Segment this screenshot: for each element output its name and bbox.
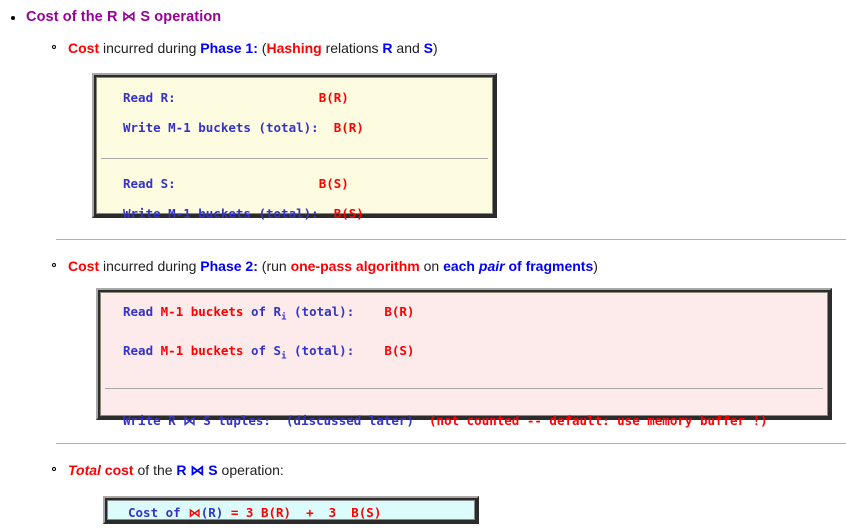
phase2-cost-label: Cost xyxy=(68,258,100,274)
section-total-lead: Total cost of the R ⋈ S operation: xyxy=(46,461,284,479)
code-seg-pad xyxy=(319,206,334,221)
code-seg-red: M-1 buckets xyxy=(160,304,244,319)
section-phase1-lead: Cost incurred during Phase 1: (Hashing r… xyxy=(46,39,438,57)
phase2-onepass-label: one-pass algorithm xyxy=(290,258,420,274)
code-seg-pad xyxy=(176,176,319,191)
code-seg-blue: Read xyxy=(123,304,161,319)
total-lead-t5: operation: xyxy=(217,462,284,478)
code-seg-pad xyxy=(319,120,334,135)
phase1-cost-label: Cost xyxy=(68,40,100,56)
join-symbol-icon: ⋈ xyxy=(188,505,201,520)
phase2-codebox-inner: Read M-1 buckets of Ri (total): B(R) Rea… xyxy=(100,292,828,428)
section-phase2-lead: Cost incurred during Phase 2: (run one-p… xyxy=(46,257,598,275)
section-divider-2 xyxy=(56,443,846,444)
code-seg-blue: of R xyxy=(243,304,282,319)
phase2-codebox-wrap: Read M-1 buckets of Ri (total): B(R) Rea… xyxy=(96,288,832,428)
code-seg-red: B(R) xyxy=(318,90,349,105)
phase1-lead-t8: and xyxy=(392,40,424,56)
page-title-prefix: Cost of the R xyxy=(26,9,122,25)
total-lead-text: Total cost of the R ⋈ S operation: xyxy=(68,462,284,478)
total-lead-t3: of the xyxy=(133,462,177,478)
code-seg-red: (not counted -- default: use memory buff… xyxy=(429,413,768,428)
code-line: Read S: B(S) xyxy=(97,176,492,191)
code-line: Write M-1 buckets (total): B(R) xyxy=(97,120,492,135)
code-line: Read M-1 buckets of Ri (total): B(R) xyxy=(101,304,827,326)
code-seg-blue: Cost of xyxy=(128,505,189,520)
phase2-lead-t2: incurred during xyxy=(99,258,201,274)
total-label: Total xyxy=(68,462,101,478)
phase1-codebox-wrap: Read R: B(R) Write M-1 buckets (total): … xyxy=(92,73,497,221)
code-seg-red: B(R) + 3 B(S) xyxy=(260,505,382,520)
code-seg-red: B(S) xyxy=(333,206,364,221)
code-seg-red: B(R) xyxy=(333,120,364,135)
phase1-lead-t6: relations xyxy=(321,40,383,56)
bullet-circle-icon xyxy=(52,263,56,267)
phase2-lead-t6: on xyxy=(419,258,444,274)
page-title: Cost of the R ⋈ S operation xyxy=(26,9,221,25)
phase1-lead-text: Cost incurred during Phase 1: (Hashing r… xyxy=(68,40,438,56)
codebox-divider xyxy=(105,388,823,389)
phase1-hashing-label: Hashing xyxy=(266,40,322,56)
phase2-fragments-label: of fragments xyxy=(504,258,594,274)
code-line: Cost of ⋈(R) = 3 B(R) + 3 B(S) xyxy=(108,505,474,521)
phase2-each-label: each xyxy=(443,258,479,274)
phase2-codebox: Read M-1 buckets of Ri (total): B(R) Rea… xyxy=(96,288,832,428)
bullet-disc-icon xyxy=(11,16,15,20)
code-seg-pad xyxy=(354,343,384,358)
phase1-rel-s: S xyxy=(423,40,433,56)
code-seg-blue: Write M-1 buckets (total): xyxy=(123,206,319,221)
total-rs-label: R ⋈ S xyxy=(176,462,218,478)
code-seg-blue: (total): xyxy=(286,342,355,358)
code-seg-red: B(S) xyxy=(384,342,415,358)
phase1-phase-label: Phase 1: xyxy=(200,40,258,56)
page-title-suffix: S operation xyxy=(136,9,222,25)
code-line: Write M-1 buckets (total): B(S) xyxy=(97,206,492,221)
code-seg-blue: of S xyxy=(243,342,282,358)
code-seg-red: B(S) xyxy=(318,176,349,191)
code-seg-blue: (R) xyxy=(200,505,231,520)
section-divider-1 xyxy=(56,239,846,240)
code-seg-red: B(R) xyxy=(384,304,415,319)
code-seg-blue: Read xyxy=(123,342,161,358)
phase2-pair-label: pair xyxy=(478,258,505,274)
join-symbol-icon: ⋈ xyxy=(121,9,137,25)
bullet-circle-icon xyxy=(52,45,56,49)
total-codebox-inner: Cost of ⋈(R) = 3 B(R) + 3 B(S) xyxy=(107,500,475,520)
codebox-divider xyxy=(101,158,488,159)
phase2-lead-t4: (run xyxy=(257,258,291,274)
code-seg-blue: Read S: xyxy=(123,176,176,191)
code-seg-blue: Write R ⋈ S tuples: (discussed later) xyxy=(123,413,414,428)
code-seg-pad xyxy=(414,413,429,428)
phase1-rel-r: R xyxy=(382,40,393,56)
code-seg-pad xyxy=(176,90,319,105)
code-line: Read M-1 buckets of Si (total): B(S) xyxy=(101,343,827,365)
total-codebox: Cost of ⋈(R) = 3 B(R) + 3 B(S) xyxy=(103,496,479,524)
phase1-codebox: Read R: B(R) Write M-1 buckets (total): … xyxy=(92,73,497,221)
total-cost-label: cost xyxy=(100,462,134,478)
outline-title-item: Cost of the R ⋈ S operation xyxy=(0,9,221,25)
code-seg-pad xyxy=(354,304,384,319)
code-line: Write R ⋈ S tuples: (discussed later) (n… xyxy=(101,413,827,428)
bullet-circle-icon xyxy=(52,467,56,471)
code-seg-blue: Write M-1 buckets (total): xyxy=(123,120,319,135)
phase1-codebox-inner: Read R: B(R) Write M-1 buckets (total): … xyxy=(96,77,493,221)
phase2-lead-text: Cost incurred during Phase 2: (run one-p… xyxy=(68,258,598,274)
code-seg-blue: Read R: xyxy=(123,90,176,105)
code-seg-red: = 3 xyxy=(230,505,261,520)
code-line: Read R: B(R) xyxy=(97,90,492,105)
phase1-lead-t2: incurred during xyxy=(99,40,201,56)
phase2-lead-t10: ) xyxy=(593,258,598,274)
code-seg-blue: (total): xyxy=(286,304,355,319)
phase2-phase-label: Phase 2: xyxy=(200,258,258,274)
code-seg-red: M-1 buckets xyxy=(160,342,244,358)
phase1-lead-t10: ) xyxy=(433,40,438,56)
total-codebox-wrap: Cost of ⋈(R) = 3 B(R) + 3 B(S) xyxy=(103,496,479,524)
